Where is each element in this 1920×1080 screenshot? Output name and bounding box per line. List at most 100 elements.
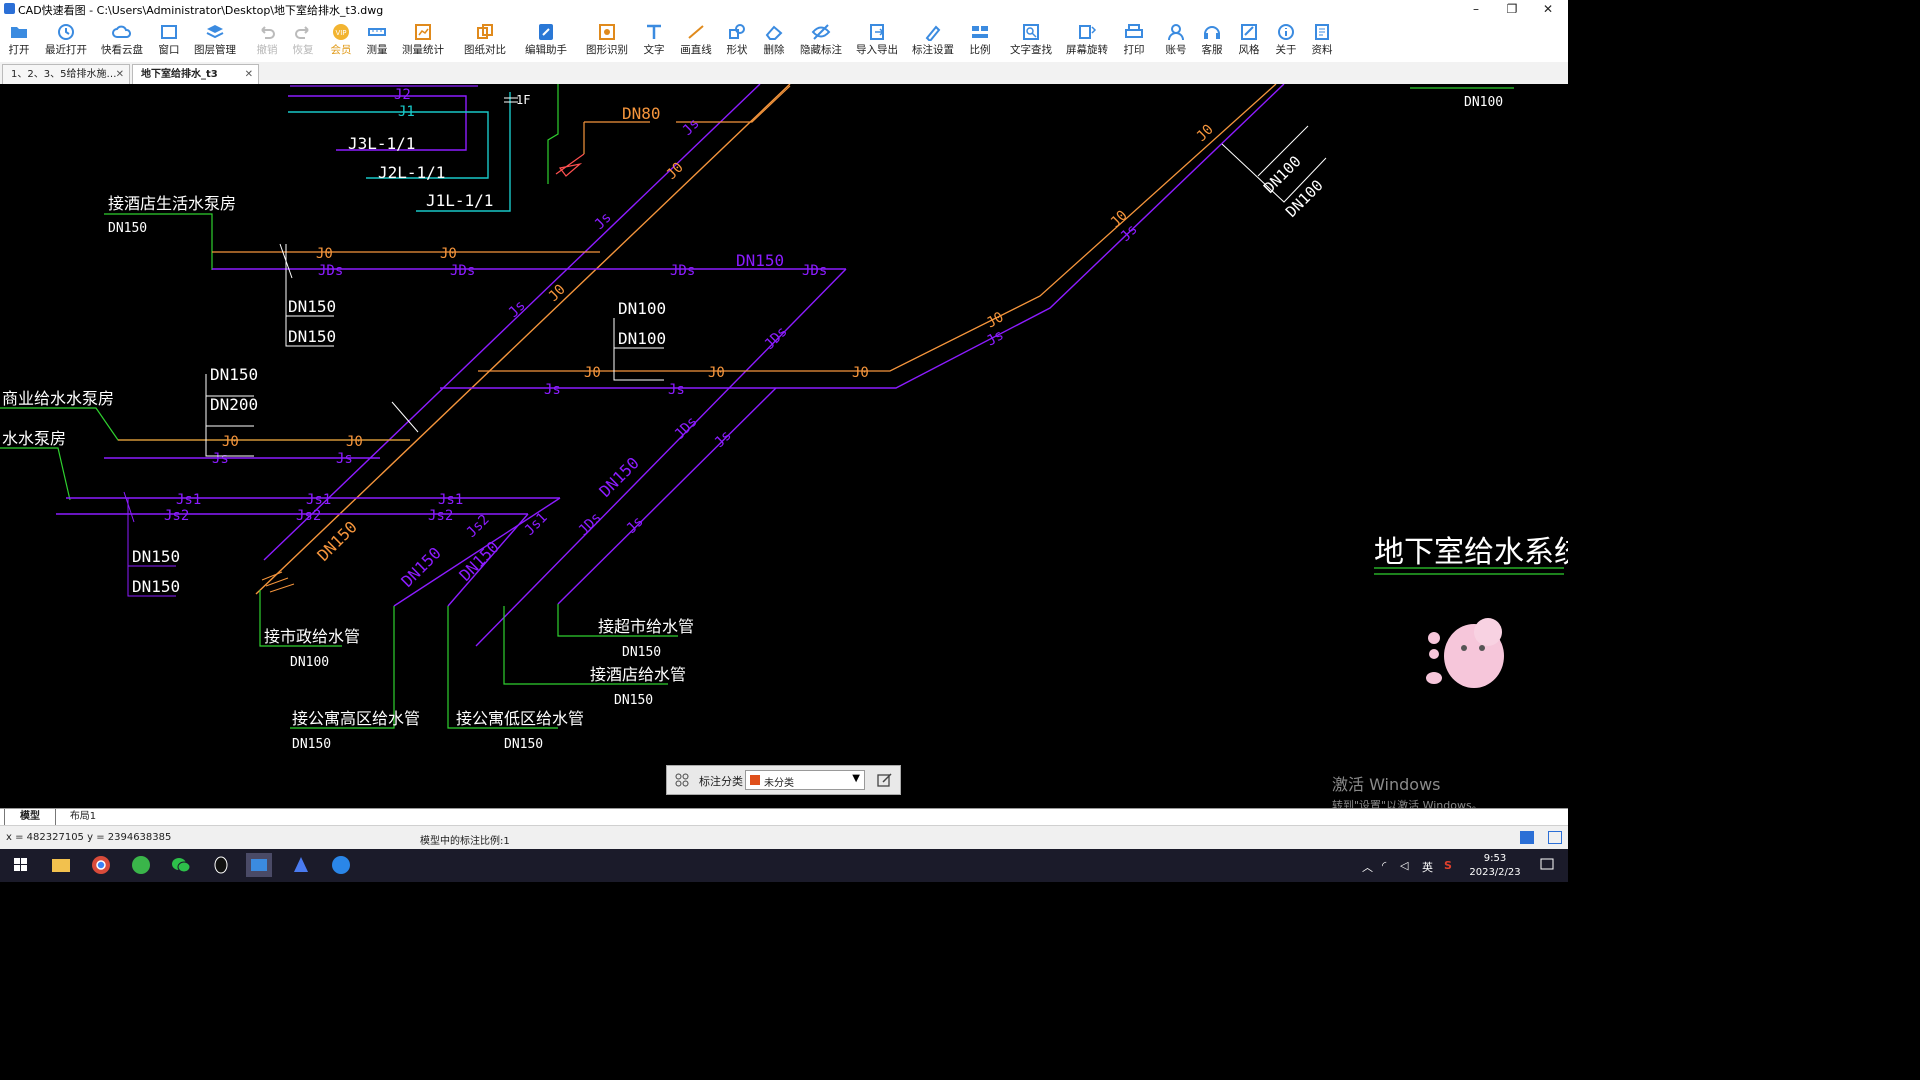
- label-jo: J0: [316, 246, 333, 262]
- network-icon[interactable]: ◜: [1382, 859, 1386, 872]
- js1-js2-branch: Js1 Js1 Js1 Js2 Js2 Js2 Js2 Js1 DN150 DN…: [56, 491, 561, 607]
- tab-close-icon[interactable]: ✕: [245, 65, 253, 85]
- label-supermarket: 接超市给水管: [598, 617, 694, 636]
- documents-icon: [1315, 24, 1329, 40]
- minimize-button[interactable]: –: [1458, 0, 1494, 18]
- label-js2: Js2: [464, 512, 493, 541]
- eraser-icon: [765, 25, 783, 40]
- close-button[interactable]: ✕: [1530, 0, 1566, 18]
- label-j2l: J2L-1/1: [378, 163, 445, 182]
- windows-activation-watermark: 激活 Windows 转到"设置"以激活 Windows。: [1332, 771, 1483, 813]
- tab-water-drawing-1[interactable]: 1、2、3、5给排水施… ✕: [2, 64, 130, 84]
- hide-annotation-button[interactable]: 隐藏标注: [798, 18, 844, 62]
- middle-branch: J0 J0 J0 Js Js DN100 DN100 JDs JDs Js DN…: [440, 84, 1514, 605]
- snap-toggle-icon[interactable]: [1520, 831, 1534, 844]
- label-jo: J0: [584, 365, 601, 381]
- customer-service-button[interactable]: 客服: [1198, 18, 1226, 62]
- label-apartment-low-dn: DN150: [504, 737, 543, 752]
- ime-indicator[interactable]: 英: [1422, 859, 1433, 875]
- clock-date: 2023/2/23: [1469, 867, 1521, 878]
- window-button[interactable]: 窗口: [154, 18, 184, 62]
- start-icon[interactable]: [8, 853, 34, 877]
- taskbar: ︿ ◜ ◁ 英 S 9:53 2023/2/23: [0, 849, 1568, 882]
- browser360-icon[interactable]: [128, 853, 154, 877]
- annotation-settings-button[interactable]: 标注设置: [910, 18, 956, 62]
- tray-chevron-icon[interactable]: ︿: [1362, 859, 1373, 875]
- cad-app-icon[interactable]: [288, 853, 314, 877]
- system-clock[interactable]: 9:53 2023/2/23: [1466, 852, 1524, 880]
- chrome-icon[interactable]: [88, 853, 114, 877]
- screen-rotate-button[interactable]: 屏幕旋转: [1064, 18, 1110, 62]
- vip-button[interactable]: VIP 会员: [326, 18, 356, 62]
- notification-icon[interactable]: [1534, 853, 1560, 877]
- mascot-image: [1426, 618, 1504, 688]
- label-dn100: DN100: [1464, 95, 1503, 110]
- print-button[interactable]: 打印: [1120, 18, 1148, 62]
- label-j1: J1: [398, 104, 415, 120]
- label-j2: J2: [394, 87, 411, 103]
- label-municipal-dn: DN100: [290, 655, 329, 670]
- label-hotel-pump: 接酒店生活水泵房: [108, 194, 236, 213]
- category-color-swatch: [750, 775, 760, 785]
- measure-button[interactable]: 测量: [362, 18, 392, 62]
- shape-button[interactable]: 形状: [722, 18, 752, 62]
- wechat-icon[interactable]: [168, 853, 194, 877]
- cad-viewer-icon[interactable]: [246, 853, 272, 877]
- label-dn100: DN100: [1260, 152, 1305, 197]
- maximize-button[interactable]: ❐: [1494, 0, 1530, 18]
- tab-close-icon[interactable]: ✕: [116, 65, 124, 85]
- edit-helper-button[interactable]: 编辑助手: [522, 18, 570, 62]
- annotation-category-select[interactable]: 未分类 ▼: [745, 770, 865, 790]
- label-1f: 1F: [516, 93, 530, 107]
- tab-model[interactable]: 模型: [4, 809, 56, 826]
- info-icon: [1278, 24, 1294, 40]
- edit-icon[interactable]: [877, 772, 893, 788]
- tab-layout1[interactable]: 布局1: [58, 809, 108, 825]
- label-js: Js: [680, 116, 703, 139]
- about-button[interactable]: 关于: [1272, 18, 1300, 62]
- label-dn150: DN150: [595, 453, 642, 500]
- label-jds: JDs: [576, 510, 605, 539]
- label-dn150: DN150: [397, 543, 444, 590]
- redo-button[interactable]: 恢复: [288, 18, 318, 62]
- qq-icon[interactable]: [208, 853, 234, 877]
- drawing-canvas[interactable]: J2 J1 1F J3L-1/1 J2L-1/1 J1L-1/1 DN80 Js…: [0, 84, 1568, 808]
- sogou-icon[interactable]: [328, 853, 354, 877]
- fullscreen-icon[interactable]: [1548, 831, 1562, 844]
- documents-button[interactable]: 资料: [1308, 18, 1336, 62]
- text-search-button[interactable]: 文字查找: [1008, 18, 1054, 62]
- cad-drawing: J2 J1 1F J3L-1/1 J2L-1/1 J1L-1/1 DN80 Js…: [0, 84, 1568, 752]
- drawing-compare-button[interactable]: 图纸对比: [462, 18, 508, 62]
- label-dn100: DN100: [618, 329, 666, 348]
- explorer-icon[interactable]: [48, 853, 74, 877]
- label-jds: JDs: [802, 263, 827, 279]
- cloud-disk-button[interactable]: 快看云盘: [98, 18, 146, 62]
- delete-button[interactable]: 删除: [760, 18, 788, 62]
- undo-button[interactable]: 撤销: [252, 18, 282, 62]
- label-jo: J0: [664, 160, 687, 183]
- account-button[interactable]: 账号: [1162, 18, 1190, 62]
- label-jo: J0: [346, 434, 363, 450]
- shape-recognize-button[interactable]: 图形识别: [584, 18, 630, 62]
- label-jo: J0: [852, 365, 869, 381]
- draw-line-button[interactable]: 画直线: [678, 18, 714, 62]
- printer-icon: [1125, 24, 1143, 38]
- drawing-title: 地下室给水系统图: [1374, 535, 1568, 570]
- volume-icon[interactable]: ◁: [1400, 859, 1408, 872]
- style-icon: [1241, 24, 1257, 40]
- style-button[interactable]: 风格: [1235, 18, 1263, 62]
- import-export-button[interactable]: 导入导出: [854, 18, 900, 62]
- label-dn100: DN100: [1282, 176, 1327, 221]
- sogou-ime-icon[interactable]: S: [1444, 859, 1452, 872]
- text-button[interactable]: 文字: [640, 18, 668, 62]
- scale-button[interactable]: 比例: [966, 18, 994, 62]
- recent-open-button[interactable]: 最近打开: [42, 18, 90, 62]
- layer-manager-button[interactable]: 图层管理: [192, 18, 238, 62]
- open-button[interactable]: 打开: [4, 18, 34, 62]
- tab-basement-water[interactable]: 地下室给排水_t3 ✕: [132, 64, 259, 84]
- label-js: Js: [212, 451, 229, 467]
- measure-stats-button[interactable]: 测量统计: [400, 18, 446, 62]
- app-logo-icon: [4, 3, 15, 14]
- grid-icon[interactable]: [675, 773, 689, 787]
- label-jo: J0: [222, 434, 239, 450]
